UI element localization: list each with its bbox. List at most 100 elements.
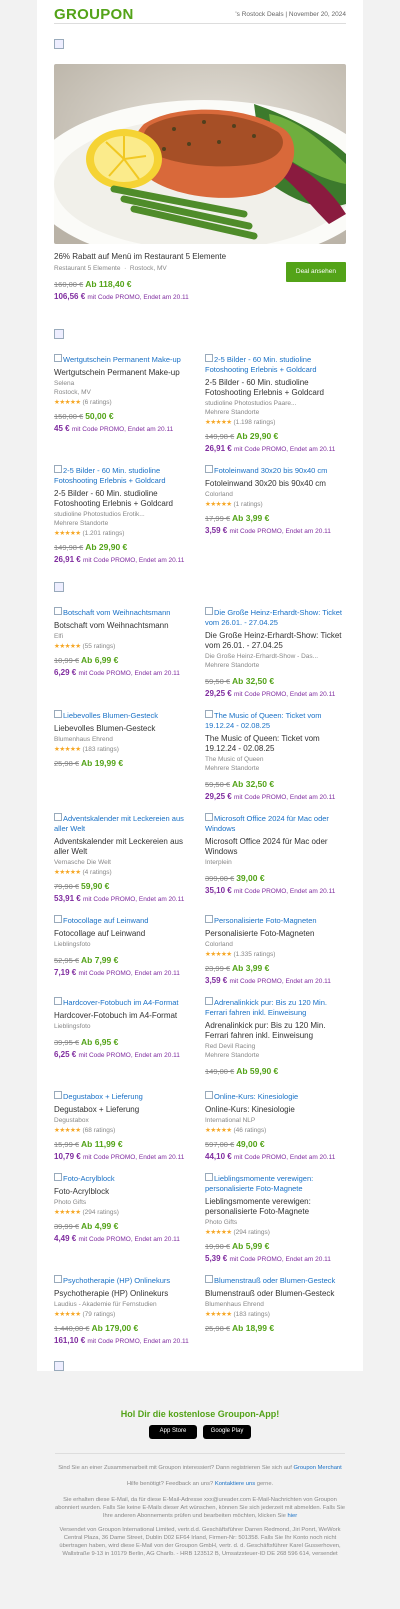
deal-image-link[interactable]: Microsoft Office 2024 für Mac oder Windo… [205, 813, 344, 834]
deal-title[interactable]: 2-5 Bilder - 60 Min. studioline Fotoshoo… [205, 378, 344, 398]
deal-rating: ★★★★★ (6 ratings) [54, 399, 112, 406]
deal-title[interactable]: Lieblingsmomente verewigen: personalisie… [205, 1197, 344, 1217]
hero-deal-title[interactable]: 26% Rabatt auf Menü im Restaurant 5 Elem… [54, 252, 226, 261]
deal-merchant: Blumenhaus Ehrend [205, 1301, 264, 1308]
deal-image-link[interactable]: Hardcover-Fotobuch im A4-Format [54, 997, 193, 1008]
legal-company: Versendet von Groupon International Limi… [59, 1527, 341, 1557]
deal-title[interactable]: Online-Kurs: Kinesiologie [205, 1105, 344, 1115]
star-rating-icon: ★★★★★ [205, 419, 232, 426]
deal-item[interactable]: Fotocollage auf Leinwand Fotocollage auf … [54, 915, 193, 985]
deal-item[interactable]: Blumenstrauß oder Blumen-Gesteck Blumenst… [205, 1275, 344, 1345]
deal-item[interactable]: Foto-Acrylblock Foto-Acrylblock Photo Gift… [54, 1173, 193, 1263]
deal-title[interactable]: Adventskalender mit Leckereien aus aller… [54, 837, 193, 857]
deal-merchant: The Music of Queen [205, 756, 264, 763]
google-play-button[interactable]: Google Play [203, 1425, 251, 1439]
deal-image-link[interactable]: Foto-Acrylblock [54, 1173, 193, 1184]
deal-title[interactable]: The Music of Queen: Ticket vom 19.12.24 … [205, 734, 344, 754]
deal-title[interactable]: Botschaft vom Weihnachtsmann [54, 621, 193, 631]
deal-item[interactable]: Wertgutschein Permanent Make-up Wertgutsc… [54, 354, 193, 453]
deal-title[interactable]: Foto-Acrylblock [54, 1187, 193, 1197]
deal-image-link[interactable]: Personalisierte Foto-Magneten [205, 915, 344, 926]
deal-merchant: studioline Photostudios Erotik... [54, 511, 145, 518]
groupon-merchant-link[interactable]: Groupon Merchant [293, 1465, 341, 1471]
promo-price: 3,59 € mit Code PROMO, Endet am 20.11 [205, 526, 331, 535]
deal-title[interactable]: Fotocollage auf Leinwand [54, 929, 193, 939]
deal-item[interactable]: Botschaft vom Weihnachtsmann Botschaft vo… [54, 607, 193, 698]
groupon-logo[interactable]: GROUPON [54, 7, 134, 23]
deal-title[interactable]: Wertgutschein Permanent Make-up [54, 368, 193, 378]
old-price: 149,00 € [205, 1067, 235, 1076]
deal-image-link[interactable]: Fotoleinwand 30x20 bis 90x40 cm [205, 465, 344, 476]
deal-image-link[interactable]: Liebevolles Blumen-Gesteck [54, 710, 193, 721]
new-price: Ab 3,99 € [232, 513, 270, 523]
deal-image-link[interactable]: Adrenalinkick pur: Bis zu 120 Min. Ferra… [205, 997, 344, 1018]
deal-title[interactable]: Degustabox + Lieferung [54, 1105, 193, 1115]
deal-location: Mehrere Standorte [205, 409, 260, 416]
deal-image-link[interactable]: Adventskalender mit Leckereien aus aller… [54, 813, 193, 834]
deal-merchant: Interplein [205, 859, 232, 866]
old-price: 19,90 € [205, 1242, 231, 1251]
deal-image-link[interactable]: Psychotherapie (HP) Onlinekurs [54, 1275, 193, 1286]
deal-image-link[interactable]: Fotocollage auf Leinwand [54, 915, 193, 926]
deal-image-link[interactable]: 2-5 Bilder - 60 Min. studioline Fotoshoo… [205, 354, 344, 375]
deal-item[interactable]: The Music of Queen: Ticket vom 19.12.24 … [205, 710, 344, 801]
deal-merchant: Selena [54, 380, 75, 387]
deal-item[interactable]: Online-Kurs: Kinesiologie Online-Kurs: Ki… [205, 1091, 344, 1161]
deal-price: 79,90 €59,90 € [54, 876, 193, 894]
deal-rating: ★★★★★ (1.201 ratings) [54, 530, 125, 537]
broken-image-icon[interactable] [54, 329, 64, 339]
old-price: 39,95 € [54, 1038, 80, 1047]
deal-image-link[interactable]: 2-5 Bilder - 60 Min. studioline Fotoshoo… [54, 465, 193, 486]
deal-item[interactable]: Die Große Heinz-Erhardt-Show: Ticket vom… [205, 607, 344, 698]
manage-subscriptions-link[interactable]: hier [288, 1513, 298, 1519]
broken-image-icon[interactable] [54, 582, 64, 592]
deal-title[interactable]: Fotoleinwand 30x20 bis 90x40 cm [205, 479, 344, 489]
hero-image[interactable] [54, 64, 346, 244]
deal-image-link[interactable]: Lieblingsmomente verewigen: personalisie… [205, 1173, 344, 1194]
deal-title[interactable]: 2-5 Bilder - 60 Min. studioline Fotoshoo… [54, 489, 193, 509]
deal-item[interactable]: 2-5 Bilder - 60 Min. studioline Fotoshoo… [205, 354, 344, 453]
deal-title[interactable]: Blumenstrauß oder Blumen-Gesteck [205, 1289, 344, 1299]
deal-title[interactable]: Microsoft Office 2024 für Mac oder Windo… [205, 837, 344, 857]
deal-item[interactable]: Adventskalender mit Leckereien aus aller… [54, 813, 193, 903]
deal-title[interactable]: Liebevolles Blumen-Gesteck [54, 724, 193, 734]
deal-merchant: International NLP [205, 1117, 256, 1124]
deal-ansehen-button[interactable]: Deal ansehen [285, 262, 346, 282]
deal-image-link[interactable]: Botschaft vom Weihnachtsmann [54, 607, 193, 618]
deal-title[interactable]: Psychotherapie (HP) Onlinekurs [54, 1289, 193, 1299]
broken-image-icon[interactable] [54, 39, 64, 49]
deal-item[interactable]: Lieblingsmomente verewigen: personalisie… [205, 1173, 344, 1263]
deal-title[interactable]: Die Große Heinz-Erhardt-Show: Ticket vom… [205, 631, 344, 651]
broken-image-icon[interactable] [54, 1361, 64, 1371]
app-store-button[interactable]: App Store [149, 1425, 197, 1439]
deal-item[interactable]: Fotoleinwand 30x20 bis 90x40 cm Fotoleinw… [205, 465, 344, 564]
deal-item[interactable]: Microsoft Office 2024 für Mac oder Windo… [205, 813, 344, 903]
deal-price: 149,00 € Ab 59,90 € [205, 1061, 344, 1079]
deal-image-link[interactable]: Blumenstrauß oder Blumen-Gesteck [205, 1275, 344, 1286]
deal-title[interactable]: Hardcover-Fotobuch im A4-Format [54, 1011, 193, 1021]
deal-rating: ★★★★★ (294 ratings) [205, 1229, 270, 1236]
deal-image-link[interactable]: The Music of Queen: Ticket vom 19.12.24 … [205, 710, 344, 731]
contact-link[interactable]: Kontaktiere uns [215, 1481, 255, 1487]
deal-merchant: Colorland [205, 491, 233, 498]
deal-title[interactable]: Adrenalinkick pur: Bis zu 120 Min. Ferra… [205, 1021, 344, 1041]
deal-item[interactable]: Liebevolles Blumen-Gesteck Liebevolles Bl… [54, 710, 193, 801]
promo-price: 53,91 € mit Code PROMO, Endet am 20.11 [54, 894, 185, 903]
deal-item[interactable]: 2-5 Bilder - 60 Min. studioline Fotoshoo… [54, 465, 193, 564]
app-promo-title: Hol Dir die kostenlose Groupon-App! [120, 1409, 280, 1419]
deal-image-link[interactable]: Online-Kurs: Kinesiologie [205, 1091, 344, 1102]
deal-image-link[interactable]: Degustabox + Lieferung [54, 1091, 193, 1102]
deal-image-link[interactable]: Die Große Heinz-Erhardt-Show: Ticket vom… [205, 607, 344, 628]
deal-rating: ★★★★★ (1.335 ratings) [205, 951, 276, 958]
deal-item[interactable]: Personalisierte Foto-Magneten Personalisi… [205, 915, 344, 985]
email-card: GROUPON 's Rostock Deals | November 20, … [37, 0, 363, 1371]
divider [55, 1453, 345, 1454]
deal-image-link[interactable]: Wertgutschein Permanent Make-up [54, 354, 193, 365]
deal-price: 59,50 € Ab 32,50 € [205, 671, 344, 689]
deal-item[interactable]: Degustabox + Lieferung Degustabox + Liefe… [54, 1091, 193, 1161]
deal-item[interactable]: Psychotherapie (HP) Onlinekurs Psychother… [54, 1275, 193, 1345]
deal-item[interactable]: Adrenalinkick pur: Bis zu 120 Min. Ferra… [205, 997, 344, 1079]
deal-title[interactable]: Personalisierte Foto-Magneten [205, 929, 344, 939]
hero-price: 160,00 € Ab 118,40 € [54, 274, 226, 292]
deal-item[interactable]: Hardcover-Fotobuch im A4-Format Hardcover… [54, 997, 193, 1079]
